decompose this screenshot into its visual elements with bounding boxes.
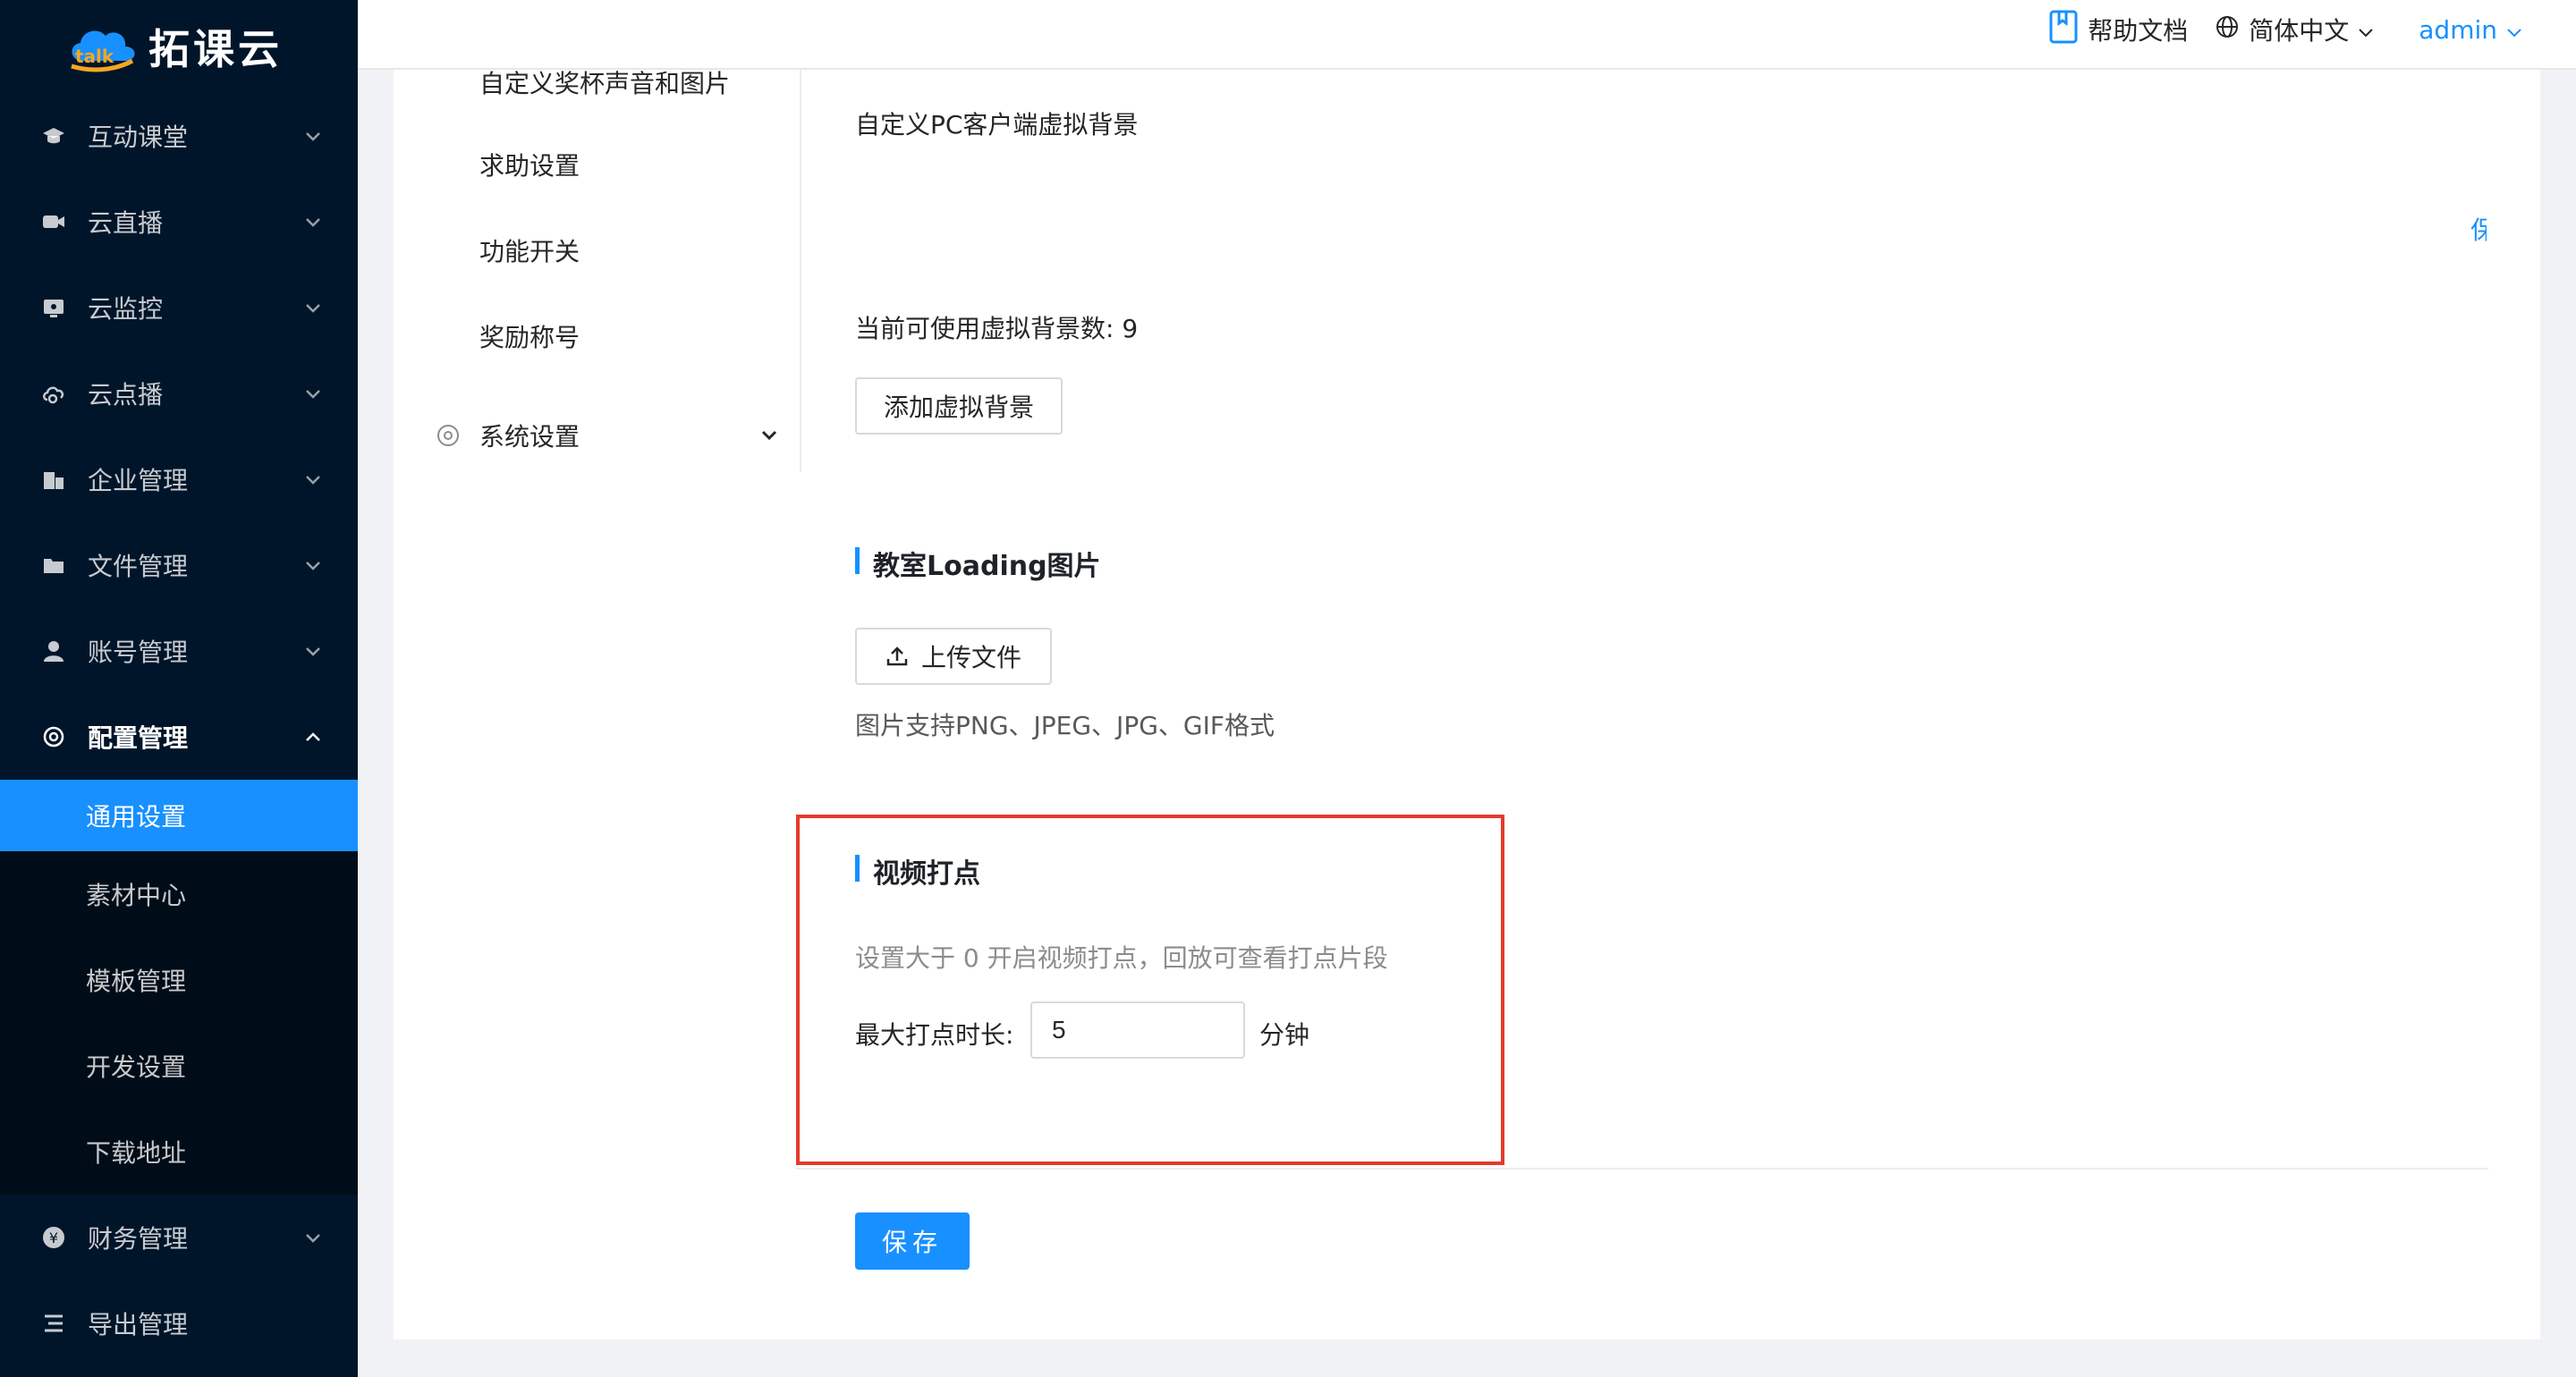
sidebar-item-label: 文件管理 [88, 552, 189, 581]
vbg-count: 当前可使用虚拟背景数: 9 [855, 314, 1139, 343]
sidebar-subitem-dev[interactable]: 开发设置 [0, 1023, 358, 1109]
user-menu[interactable]: admin [2419, 15, 2522, 45]
book-icon [2048, 9, 2079, 51]
sidebar-item-3[interactable]: 云点播 [0, 351, 358, 436]
brand-logo[interactable]: talk 拓课云 [0, 0, 358, 93]
settings-item-titles[interactable]: 奖励称号 [479, 318, 580, 354]
sidebar-item-label: 财务管理 [88, 1224, 189, 1254]
building-icon [39, 465, 68, 494]
monitor-eye-icon [39, 293, 68, 322]
sidebar-item-0[interactable]: 互动课堂 [0, 93, 358, 179]
svg-text:¥: ¥ [49, 1229, 58, 1246]
sidebar-item-label: 云监控 [88, 294, 164, 324]
sidebar-subitem-materials[interactable]: 素材中心 [0, 851, 358, 937]
video-mark-section-title: 视频打点 [855, 851, 980, 891]
subitem-label: 通用设置 [86, 802, 187, 832]
sidebar-subitem-templates[interactable]: 模板管理 [0, 937, 358, 1023]
subitem-label: 模板管理 [86, 967, 187, 996]
language-label: 简体中文 [2249, 16, 2350, 46]
chevron-down-icon [302, 125, 324, 147]
sidebar-item-finance[interactable]: ¥ 财务管理 [0, 1195, 358, 1280]
settings-item-help[interactable]: 求助设置 [479, 147, 580, 182]
help-label: 帮助文档 [2088, 16, 2189, 46]
chevron-down-icon [2358, 15, 2374, 45]
gear-icon [435, 422, 479, 449]
help-docs-link[interactable]: 帮助文档 [2048, 9, 2188, 51]
sidebar-item-label: 配置管理 [88, 723, 189, 753]
settings-menu: 自定义奖杯声音和图片 求助设置 功能开关 奖励称号 系统设置 [394, 69, 801, 472]
settings-item-system[interactable]: 系统设置 [435, 413, 792, 458]
sidebar-item-5[interactable]: 文件管理 [0, 522, 358, 608]
sidebar-item-6[interactable]: 账号管理 [0, 608, 358, 694]
chevron-down-icon [302, 640, 324, 662]
save-button[interactable]: 保存 [855, 1212, 970, 1270]
chevron-up-icon [302, 726, 324, 748]
gear-icon [39, 722, 68, 751]
add-vbg-label: 添加虚拟背景 [883, 393, 1034, 422]
loading-section-title: 教室Loading图片 [855, 544, 1101, 583]
brand-name: 拓课云 [148, 25, 283, 73]
vbg-title: 自定义PC客户端虚拟背景 [855, 110, 1139, 139]
subitem-label: 下载地址 [86, 1138, 187, 1168]
sidebar-subitem-download[interactable]: 下载地址 [0, 1109, 358, 1195]
upload-hint: 图片支持PNG、JPEG、JPG、GIF格式 [855, 711, 1275, 740]
export-list-icon [39, 1309, 68, 1338]
config-submenu: 通用设置 素材中心 模板管理 开发设置 下载地址 [0, 780, 358, 1195]
top-bar: 帮助文档 简体中文 admin [358, 0, 2576, 70]
sidebar-item-export[interactable]: 导出管理 [0, 1280, 358, 1366]
upload-file-button[interactable]: 上传文件 [855, 628, 1052, 685]
settings-item-trophy[interactable]: 自定义奖杯声音和图片 [479, 64, 730, 100]
globe-icon [2215, 14, 2240, 46]
sidebar-item-label: 账号管理 [88, 638, 189, 667]
user-icon [39, 637, 68, 665]
subitem-label: 开发设置 [86, 1052, 187, 1082]
chevron-down-icon [302, 1227, 324, 1248]
sidebar-subitem-general[interactable]: 通用设置 [0, 780, 358, 851]
cloud-play-icon [39, 379, 68, 408]
max-mark-duration-label: 最大打点时长: [855, 1020, 1014, 1050]
sidebar-item-label: 导出管理 [88, 1310, 189, 1339]
chevron-down-icon [302, 383, 324, 404]
language-selector[interactable]: 简体中文 [2215, 12, 2374, 47]
chevron-down-icon [302, 554, 324, 576]
chevron-down-icon [760, 430, 778, 441]
save-label: 保存 [881, 1228, 943, 1257]
divider [796, 1168, 2488, 1170]
sidebar: talk 拓课云 互动课堂 云直播 云监控 云点播 企业管理 文件管理 账号管理 配置管理 … [0, 0, 358, 1377]
cloud-logo-icon: talk [63, 20, 143, 73]
unit-minutes: 分钟 [1259, 1020, 1310, 1050]
yen-icon: ¥ [39, 1223, 68, 1252]
sidebar-item-4[interactable]: 企业管理 [0, 436, 358, 522]
input-value: 5 [1052, 1016, 1066, 1043]
settings-system-label: 系统设置 [479, 422, 580, 452]
video-camera-icon [39, 207, 68, 236]
sidebar-item-label: 云点播 [88, 380, 164, 410]
chevron-down-icon [2506, 15, 2522, 45]
chevron-down-icon [302, 297, 324, 318]
upload-label: 上传文件 [920, 643, 1021, 672]
settings-item-features[interactable]: 功能开关 [479, 232, 580, 268]
svg-text:talk: talk [75, 46, 114, 67]
folder-icon [39, 551, 68, 579]
chevron-down-icon [302, 211, 324, 232]
sidebar-item-1[interactable]: 云直播 [0, 179, 358, 265]
video-mark-hint: 设置大于 0 开启视频打点，回放可查看打点片段 [855, 943, 1388, 973]
subitem-label: 素材中心 [86, 881, 187, 910]
sidebar-item-label: 云直播 [88, 208, 164, 238]
chevron-down-icon [302, 469, 324, 490]
upload-icon [886, 645, 909, 668]
truncated-link[interactable]: 保 [2470, 211, 2487, 247]
sidebar-item-config[interactable]: 配置管理 [0, 694, 358, 780]
username: admin [2419, 14, 2497, 45]
add-virtual-background-button[interactable]: 添加虚拟背景 [855, 377, 1063, 435]
sidebar-item-label: 企业管理 [88, 466, 189, 495]
max-mark-duration-input[interactable]: 5 [1030, 1001, 1245, 1059]
sidebar-item-label: 互动课堂 [88, 122, 189, 152]
sidebar-item-2[interactable]: 云监控 [0, 265, 358, 351]
graduation-cap-icon [39, 122, 68, 150]
